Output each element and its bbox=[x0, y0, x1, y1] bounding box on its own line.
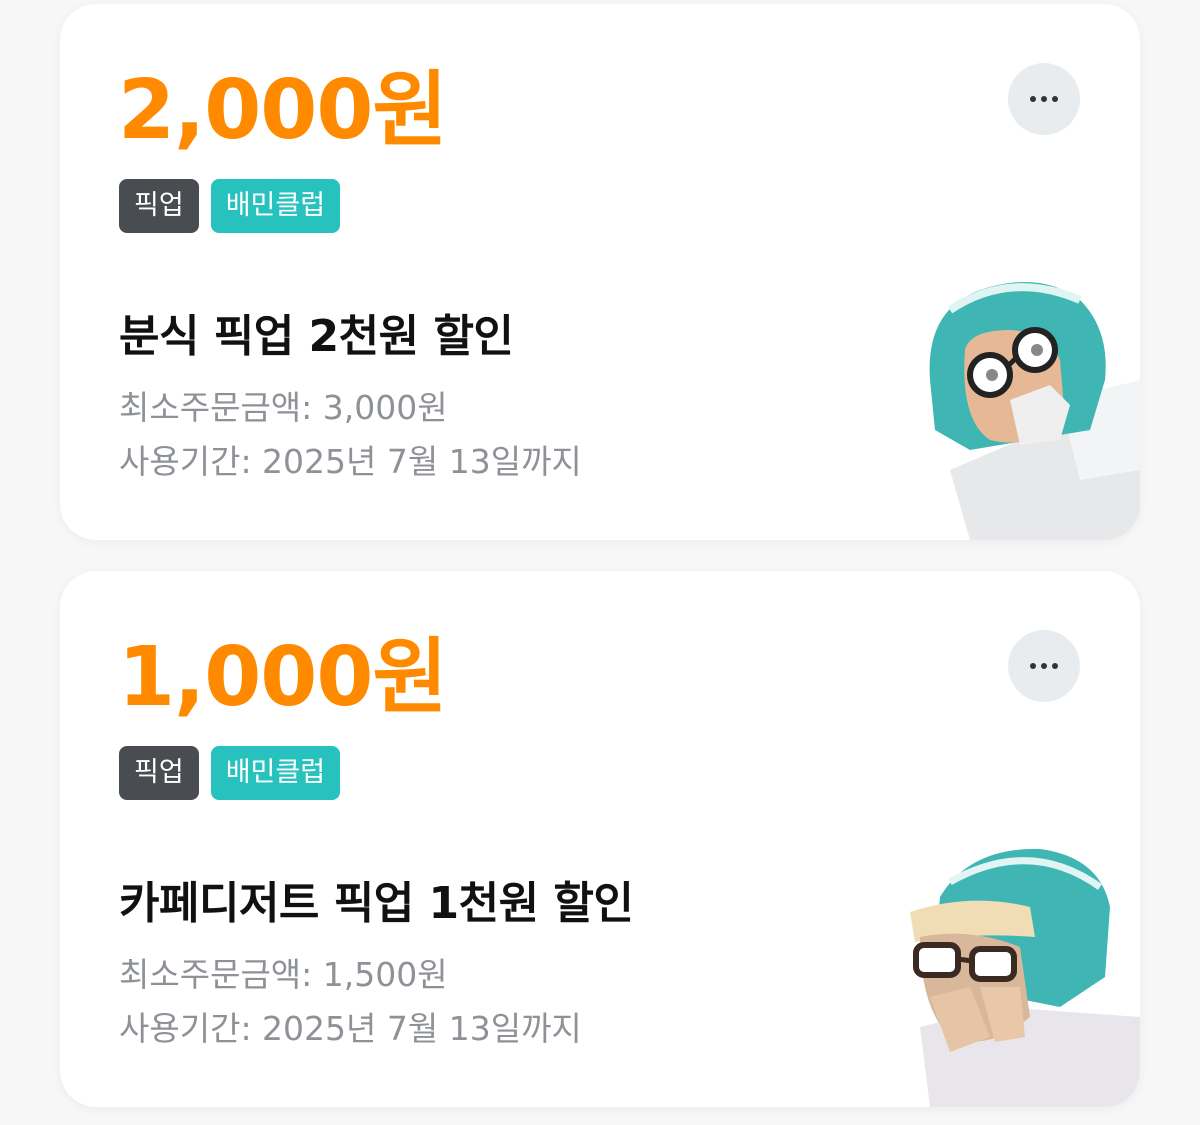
coupon-min-order: 최소주문금액: 1,500원 bbox=[119, 955, 448, 994]
coupon-period: 사용기간: 2025년 7월 13일까지 bbox=[119, 1009, 582, 1048]
coupon-amount: 1,000원 bbox=[118, 630, 448, 725]
coupon-min-order: 최소주문금액: 3,000원 bbox=[119, 388, 448, 427]
character-covering-mouth-icon bbox=[929, 282, 1140, 540]
coupon-tags: 픽업 배민클럽 bbox=[119, 746, 341, 800]
coupon-period: 사용기간: 2025년 7월 13일까지 bbox=[119, 442, 582, 481]
coupon-title: 분식 픽업 2천원 할인 bbox=[119, 311, 514, 362]
tag-pickup: 픽업 bbox=[119, 179, 199, 233]
tag-baemin-club: 배민클럽 bbox=[210, 746, 341, 800]
character-peeking-icon bbox=[910, 848, 1140, 1107]
coupon-list: 2,000원 픽업 배민클럽 분식 픽업 2천원 할인 최소주문금액: 3,00… bbox=[0, 0, 1200, 1125]
tag-pickup: 픽업 bbox=[119, 746, 199, 800]
coupon-amount: 2,000원 bbox=[118, 63, 448, 158]
more-horizontal-icon bbox=[1030, 96, 1058, 102]
coupon-card[interactable]: 1,000원 픽업 배민클럽 카페디저트 픽업 1천원 할인 최소주문금액: 1… bbox=[60, 571, 1140, 1107]
more-button[interactable] bbox=[1008, 630, 1080, 702]
coupon-card[interactable]: 2,000원 픽업 배민클럽 분식 픽업 2천원 할인 최소주문금액: 3,00… bbox=[60, 4, 1140, 540]
more-button[interactable] bbox=[1008, 63, 1080, 135]
more-horizontal-icon bbox=[1030, 663, 1058, 669]
coupon-tags: 픽업 배민클럽 bbox=[119, 179, 341, 233]
coupon-title: 카페디저트 픽업 1천원 할인 bbox=[119, 878, 634, 929]
tag-baemin-club: 배민클럽 bbox=[210, 179, 341, 233]
